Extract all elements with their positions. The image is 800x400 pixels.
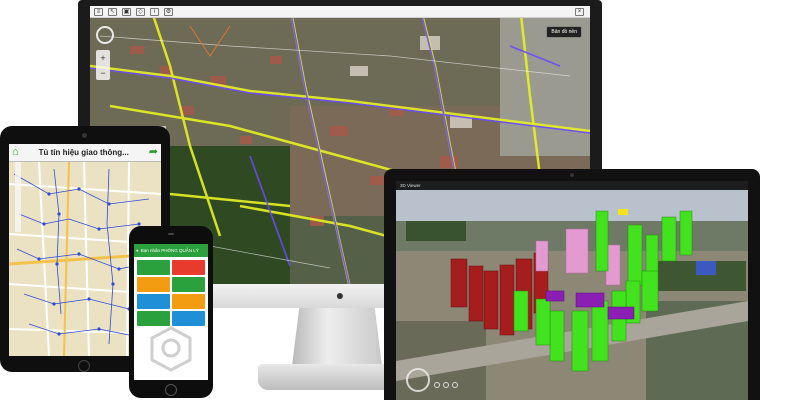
app-logo-icon: ● — [136, 248, 139, 253]
basemap-button[interactable]: Bản đồ nền — [546, 26, 582, 38]
3d-navigation-controls[interactable] — [434, 382, 458, 388]
monitor-stand-neck — [292, 308, 382, 366]
laptop-3d-city-view[interactable]: 3D Viewer — [396, 181, 748, 400]
menu-tile[interactable] — [137, 260, 170, 275]
home-icon[interactable]: ⌂ — [12, 147, 19, 158]
apple-logo-icon: ● — [335, 287, 345, 303]
select-tool-icon[interactable]: ↖ — [108, 7, 117, 16]
menu-tile[interactable] — [137, 277, 170, 292]
rotate-control-icon[interactable] — [443, 382, 449, 388]
info-icon[interactable]: i — [150, 7, 159, 16]
menu-tile[interactable] — [172, 311, 205, 326]
phone-app-screen[interactable]: ● Ban nhân PHÒNG QUẢN LÝ — [134, 244, 208, 380]
menu-tile[interactable] — [137, 311, 170, 326]
menu-icon[interactable]: ≡ — [94, 7, 103, 16]
menu-tile[interactable] — [172, 277, 205, 292]
phone-speaker — [168, 233, 174, 235]
settings-icon[interactable]: ⚙ — [164, 7, 173, 16]
forward-arrow-icon[interactable]: ➦ — [149, 147, 158, 158]
phone-app-header: ● Ban nhân PHÒNG QUẢN LÝ — [134, 244, 208, 257]
phone-home-button[interactable] — [165, 384, 177, 396]
map-toolbar: ≡ ↖ ▣ ◇ i ⚙ × — [90, 6, 590, 18]
tablet-camera — [82, 133, 87, 138]
tilt-control-icon[interactable] — [434, 382, 440, 388]
zoom-in-button[interactable]: + — [100, 53, 105, 63]
smartphone: ● Ban nhân PHÒNG QUẢN LÝ — [129, 226, 213, 398]
zoom-control[interactable]: + − — [96, 50, 110, 80]
close-icon[interactable]: × — [575, 7, 584, 16]
menu-tile[interactable] — [137, 294, 170, 309]
phone-app-title: Ban nhân PHÒNG QUẢN LÝ — [140, 248, 199, 253]
watermark-logo-icon — [150, 326, 192, 372]
zoom-control-icon[interactable] — [452, 382, 458, 388]
tablet-app-header: ⌂ Tủ tín hiệu giao thông... ➦ — [9, 144, 161, 162]
measure-icon[interactable]: ◇ — [136, 7, 145, 16]
3d-navigation-compass-icon[interactable] — [406, 368, 430, 392]
laptop: 3D Viewer — [384, 169, 760, 400]
laptop-window-titlebar: 3D Viewer — [396, 181, 748, 190]
laptop-camera — [570, 173, 574, 177]
tablet-home-button[interactable] — [78, 360, 90, 372]
zoom-out-button[interactable]: − — [100, 68, 105, 78]
tablet-app-title: Tủ tín hiệu giao thông... — [38, 148, 129, 157]
menu-tile[interactable] — [172, 294, 205, 309]
menu-tile[interactable] — [172, 260, 205, 275]
navigation-compass-icon[interactable] — [96, 26, 114, 44]
phone-menu-grid — [134, 257, 208, 329]
3d-city-scene — [396, 181, 748, 400]
layers-icon[interactable]: ▣ — [122, 7, 131, 16]
